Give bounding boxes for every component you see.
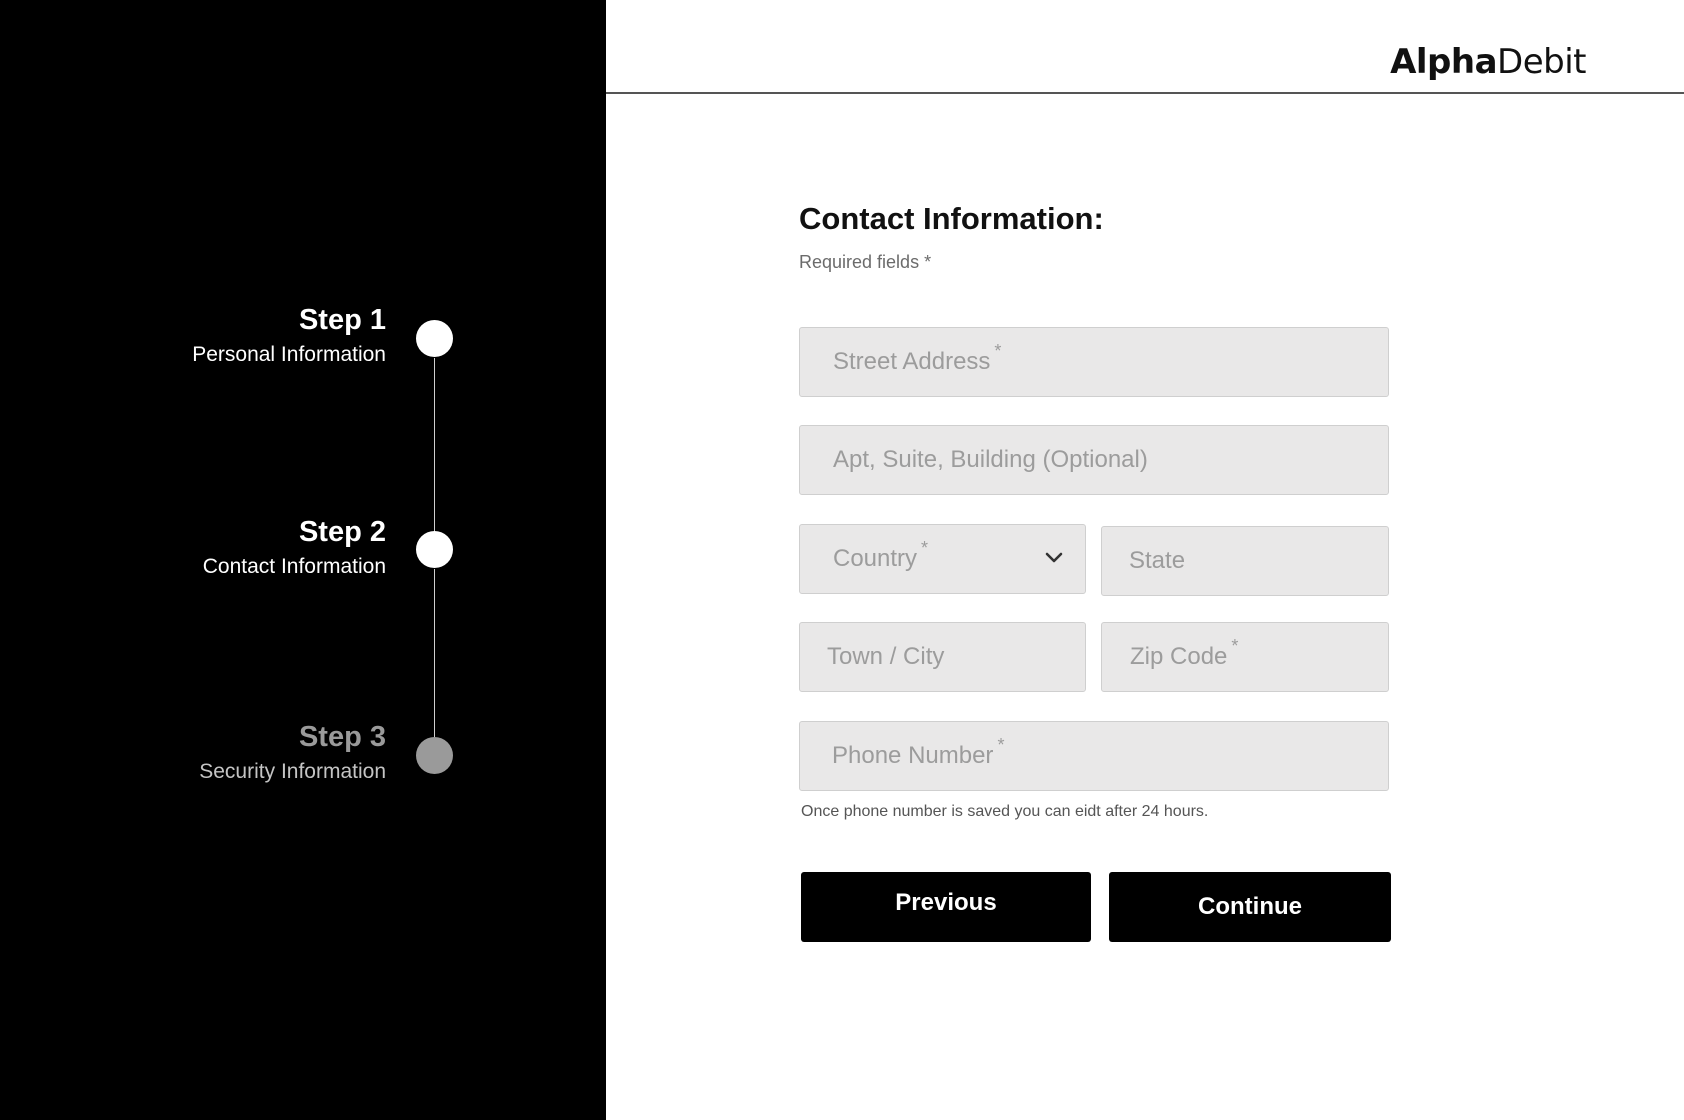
previous-button[interactable]: Previous: [801, 872, 1091, 942]
state-placeholder: State: [1129, 547, 1186, 574]
chevron-down-icon[interactable]: [1045, 552, 1063, 564]
required-fields-note: Required fields *: [799, 252, 932, 272]
brand-logo-regular: Debit: [1497, 42, 1586, 82]
required-mark: *: [1231, 635, 1239, 656]
step-2-indicator: [416, 531, 453, 568]
required-mark: *: [994, 340, 1002, 361]
step-3-indicator: [416, 737, 453, 774]
state-input[interactable]: State: [1101, 526, 1389, 596]
step-subtitle: Personal Information: [192, 343, 386, 366]
step-title: Step 2: [298, 516, 386, 548]
phone-number-placeholder: Phone Number: [832, 742, 994, 769]
street-address-placeholder: Street Address: [833, 348, 991, 375]
step-subtitle: Security Information: [199, 760, 386, 783]
step-connector: [434, 569, 435, 737]
continue-button[interactable]: Continue: [1109, 872, 1391, 942]
header-divider: [606, 92, 1684, 94]
country-placeholder: Country: [833, 545, 918, 572]
required-mark: *: [997, 734, 1005, 755]
page-title: Contact Information:: [799, 201, 1104, 236]
brand-logo: AlphaDebit: [1390, 42, 1586, 82]
street-address-input[interactable]: Street Address *: [799, 327, 1389, 397]
step-title: Step 3: [298, 721, 386, 753]
phone-number-input[interactable]: Phone Number *: [799, 721, 1389, 791]
zip-code-input[interactable]: Zip Code *: [1101, 622, 1389, 692]
step-1: Step 1 Personal Information: [192, 303, 386, 369]
town-city-placeholder: Town / City: [827, 643, 945, 670]
town-city-input[interactable]: Town / City: [799, 622, 1086, 692]
brand-logo-bold: Alpha: [1390, 42, 1498, 82]
progress-sidebar: Step 1 Personal Information Step 2 Conta…: [0, 0, 606, 1120]
step-title: Step 1: [298, 304, 386, 336]
step-3: Step 3 Security Information: [199, 720, 386, 786]
phone-hint: Once phone number is saved you can eidt …: [801, 803, 1209, 820]
apt-suite-input[interactable]: Apt, Suite, Building (Optional): [799, 425, 1389, 495]
country-select[interactable]: Country *: [799, 524, 1086, 594]
required-mark: *: [921, 537, 929, 558]
step-subtitle: Contact Information: [202, 555, 386, 578]
apt-suite-placeholder: Apt, Suite, Building (Optional): [833, 446, 1148, 473]
step-connector: [434, 358, 435, 532]
step-2: Step 2 Contact Information: [203, 515, 386, 581]
zip-code-placeholder: Zip Code: [1130, 643, 1228, 670]
step-1-indicator: [416, 320, 453, 357]
